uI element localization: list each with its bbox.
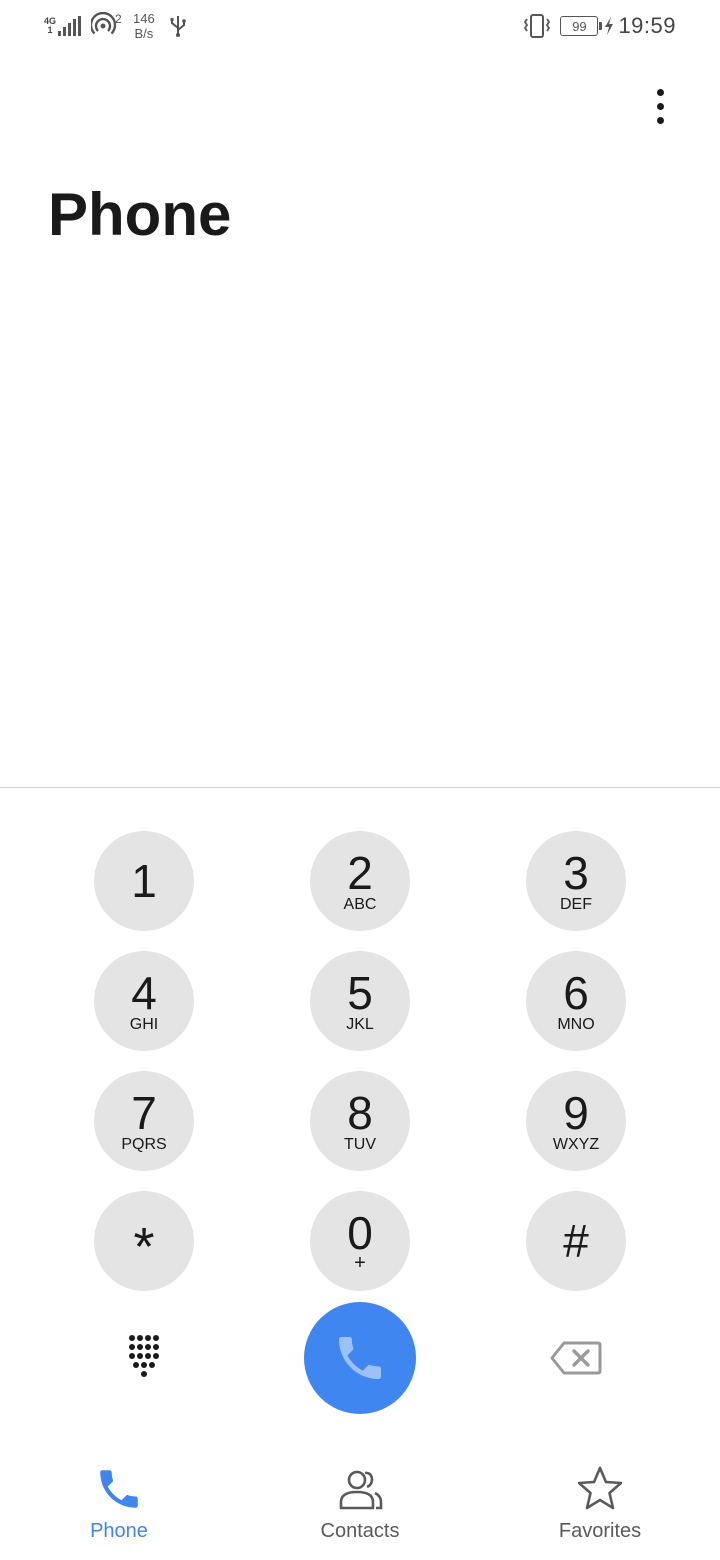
key-digit: 8	[347, 1087, 373, 1139]
key-2[interactable]: 2 ABC	[310, 831, 410, 931]
more-options-button[interactable]	[636, 82, 684, 130]
network-speed: 146 B/s	[133, 11, 155, 41]
status-bar-left: 4G 1 2 146 B/s	[44, 10, 187, 42]
key-letters: ABC	[343, 896, 377, 913]
key-5[interactable]: 5 JKL	[310, 951, 410, 1051]
key-letters: MNO	[557, 1016, 595, 1033]
key-7[interactable]: 7 PQRS	[94, 1071, 194, 1171]
key-digit: *	[133, 1217, 155, 1277]
key-letters: TUV	[344, 1136, 376, 1153]
tab-phone[interactable]: Phone	[29, 1450, 209, 1560]
battery-icon: 99	[560, 16, 603, 36]
speed-value: 146	[133, 11, 155, 26]
key-3[interactable]: 3 DEF	[526, 831, 626, 931]
key-4[interactable]: 4 GHI	[94, 951, 194, 1051]
bottom-nav: Phone Contacts Favorites	[0, 1450, 720, 1560]
key-digit: 4	[131, 967, 157, 1019]
key-letters: JKL	[346, 1016, 374, 1033]
phone-icon	[100, 1470, 138, 1508]
call-button[interactable]	[304, 1302, 416, 1414]
key-star[interactable]: *	[94, 1191, 194, 1291]
tab-label: Contacts	[320, 1520, 400, 1542]
key-letters: PQRS	[121, 1136, 167, 1153]
tab-favorites[interactable]: Favorites	[510, 1450, 690, 1560]
vibrate-icon	[524, 14, 551, 38]
divider	[0, 787, 720, 788]
hotspot-icon: 2	[89, 11, 122, 40]
key-1[interactable]: 1	[94, 831, 194, 931]
charging-icon	[605, 17, 614, 35]
page-title: Phone	[48, 181, 232, 248]
status-bar: 4G 1 2 146 B/s 99 19:59	[0, 0, 720, 52]
sim-slot-label: 1	[47, 25, 53, 35]
speed-unit: B/s	[134, 26, 154, 41]
key-letters: GHI	[129, 1016, 159, 1033]
battery-level: 99	[572, 18, 587, 34]
usb-icon	[170, 16, 186, 37]
key-letters: +	[354, 1252, 366, 1274]
key-digit: 9	[563, 1087, 589, 1139]
key-digit: 0	[347, 1207, 373, 1259]
key-digit: 7	[131, 1087, 157, 1139]
contacts-icon	[339, 1470, 383, 1510]
key-digit: 5	[347, 967, 373, 1019]
status-bar-right: 99 19:59	[522, 10, 676, 42]
key-digit: 1	[131, 855, 157, 907]
backspace-icon[interactable]	[550, 1340, 602, 1376]
key-digit: 3	[563, 847, 589, 899]
key-letters: DEF	[560, 896, 592, 913]
tab-contacts[interactable]: Contacts	[270, 1450, 450, 1560]
tab-label: Favorites	[558, 1520, 642, 1542]
tab-label: Phone	[90, 1520, 148, 1542]
key-0[interactable]: 0 +	[310, 1191, 410, 1291]
dialpad-icon[interactable]	[120, 1330, 168, 1382]
more-vert-icon	[656, 88, 664, 96]
key-hash[interactable]: #	[526, 1191, 626, 1291]
hotspot-count: 2	[115, 12, 122, 26]
key-9[interactable]: 9 WXYZ	[526, 1071, 626, 1171]
signal-icon	[58, 16, 81, 36]
key-digit: #	[563, 1215, 589, 1267]
key-digit: 2	[347, 847, 373, 899]
phone-icon	[339, 1337, 381, 1379]
key-letters: WXYZ	[552, 1136, 600, 1153]
clock: 19:59	[618, 13, 676, 38]
key-6[interactable]: 6 MNO	[526, 951, 626, 1051]
key-8[interactable]: 8 TUV	[310, 1071, 410, 1171]
star-icon	[577, 1466, 623, 1510]
key-digit: 6	[563, 967, 589, 1019]
network-type: 4G 1	[44, 17, 56, 35]
